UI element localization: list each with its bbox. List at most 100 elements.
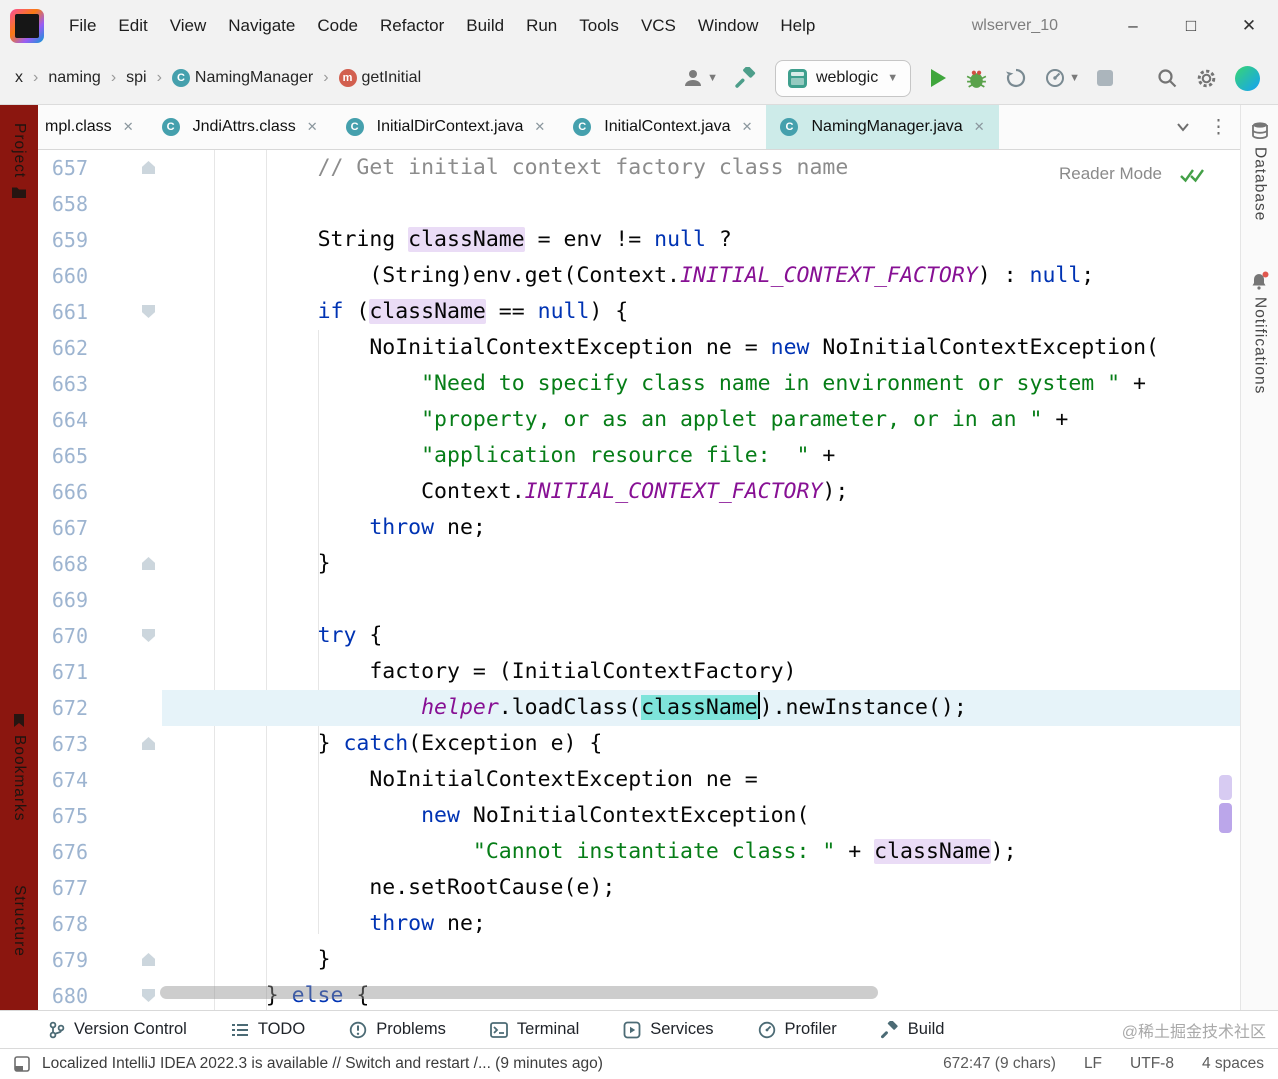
tab-mpl-class[interactable]: mpl.class ✕	[38, 105, 148, 149]
scrollbar-occurrence-mark[interactable]	[1219, 775, 1232, 800]
menu-refactor[interactable]: Refactor	[369, 0, 455, 52]
services-icon	[623, 1021, 641, 1038]
tab-initialcontext-java[interactable]: C InitialContext.java ✕	[559, 105, 766, 149]
code-line-659[interactable]: String className = env != null ?	[162, 222, 1240, 258]
more-options-icon[interactable]: ⋮	[1209, 116, 1228, 139]
fold-marker-icon[interactable]	[142, 305, 155, 318]
close-button[interactable]: ✕	[1220, 0, 1278, 52]
inspections-ok-icon[interactable]	[1179, 166, 1206, 185]
code-line-660[interactable]: (String)env.get(Context.INITIAL_CONTEXT_…	[162, 258, 1240, 294]
tool-button-notifications[interactable]: Notifications	[1241, 271, 1278, 394]
fold-marker-icon[interactable]	[142, 989, 155, 1002]
close-icon[interactable]: ✕	[123, 119, 134, 135]
tab-namingmanager-java[interactable]: C NamingManager.java ✕	[766, 105, 999, 149]
debug-button[interactable]	[965, 67, 988, 90]
code-line-676[interactable]: "Cannot instantiate class: " + className…	[162, 834, 1240, 870]
run-button[interactable]	[928, 67, 948, 89]
tool-window-layout-icon[interactable]	[14, 1056, 30, 1072]
minimize-button[interactable]: –	[1104, 0, 1162, 52]
tool-button-todo[interactable]: TODO	[231, 1020, 305, 1039]
fold-marker-icon[interactable]	[142, 953, 155, 966]
code-line-667[interactable]: throw ne;	[162, 510, 1240, 546]
breadcrumb-item-spi[interactable]: spi	[123, 67, 149, 89]
caret-position-widget[interactable]: 672:47 (9 chars)	[943, 1055, 1056, 1073]
tool-button-version-control[interactable]: Version Control	[48, 1020, 187, 1039]
code-line-670[interactable]: try {	[162, 618, 1240, 654]
code-line-669[interactable]	[162, 582, 1240, 618]
code-line-662[interactable]: NoInitialContextException ne = new NoIni…	[162, 330, 1240, 366]
tool-button-problems[interactable]: Problems	[349, 1020, 446, 1039]
tool-button-profiler[interactable]: Profiler	[758, 1020, 837, 1039]
reader-mode-label[interactable]: Reader Mode	[1059, 164, 1162, 184]
menu-view[interactable]: View	[159, 0, 218, 52]
code-with-me-users-button[interactable]: ▼	[682, 67, 718, 89]
menu-edit[interactable]: Edit	[107, 0, 158, 52]
menu-code[interactable]: Code	[306, 0, 369, 52]
code-line-672[interactable]: helper.loadClass(className).newInstance(…	[162, 690, 1240, 726]
code-area[interactable]: // Get initial context factory class nam…	[162, 150, 1240, 1010]
code-line-658[interactable]	[162, 186, 1240, 222]
code-line-661[interactable]: if (className == null) {	[162, 294, 1240, 330]
menu-tools[interactable]: Tools	[568, 0, 630, 52]
tool-button-structure[interactable]: Structure	[0, 885, 38, 957]
fold-marker-icon[interactable]	[142, 629, 155, 642]
scrollbar-occurrence-mark[interactable]	[1219, 803, 1232, 833]
tab-jndiattrs-class[interactable]: C JndiAttrs.class ✕	[148, 105, 332, 149]
chevron-down-icon[interactable]	[1175, 119, 1191, 135]
status-widgets: 672:47 (9 chars) LF UTF-8 4 spaces	[943, 1055, 1264, 1073]
code-line-663[interactable]: "Need to specify class name in environme…	[162, 366, 1240, 402]
close-icon[interactable]: ✕	[307, 119, 318, 135]
editor[interactable]: 657 658 659 660 661 662 663 664 665 666 667 668 669 6…	[38, 150, 1240, 1010]
breadcrumb-item-method[interactable]: m getInitial	[336, 67, 425, 89]
code-line-675[interactable]: new NoInitialContextException(	[162, 798, 1240, 834]
code-line-664[interactable]: "property, or as an applet parameter, or…	[162, 402, 1240, 438]
tool-button-project[interactable]: Project	[0, 123, 38, 199]
status-message[interactable]: Localized IntelliJ IDEA 2022.3 is availa…	[42, 1055, 603, 1073]
menu-navigate[interactable]: Navigate	[217, 0, 306, 52]
menu-build[interactable]: Build	[455, 0, 515, 52]
fold-marker-icon[interactable]	[142, 557, 155, 570]
indent-widget[interactable]: 4 spaces	[1202, 1055, 1264, 1073]
ide-features-trainer-button[interactable]	[1235, 65, 1260, 91]
breadcrumb-item-naming[interactable]: naming	[45, 67, 103, 89]
menu-help[interactable]: Help	[769, 0, 826, 52]
menu-window[interactable]: Window	[687, 0, 769, 52]
code-line-674[interactable]: NoInitialContextException ne =	[162, 762, 1240, 798]
tab-initialdircontext-java[interactable]: C InitialDirContext.java ✕	[332, 105, 560, 149]
code-line-678[interactable]: throw ne;	[162, 906, 1240, 942]
settings-button[interactable]	[1195, 67, 1218, 90]
tool-button-database[interactable]: Database	[1241, 121, 1278, 221]
line-separator-widget[interactable]: LF	[1084, 1055, 1102, 1073]
menu-file[interactable]: File	[58, 0, 107, 52]
code-line-668[interactable]: }	[162, 546, 1240, 582]
menu-vcs[interactable]: VCS	[630, 0, 687, 52]
fold-marker-icon[interactable]	[142, 737, 155, 750]
code-line-673[interactable]: } catch(Exception e) {	[162, 726, 1240, 762]
horizontal-scrollbar[interactable]	[160, 986, 878, 999]
menu-run[interactable]: Run	[515, 0, 568, 52]
tool-button-bookmarks[interactable]: Bookmarks	[0, 713, 38, 822]
code-line-679[interactable]: }	[162, 942, 1240, 978]
close-icon[interactable]: ✕	[974, 119, 985, 135]
fold-marker-icon[interactable]	[142, 161, 155, 174]
breadcrumb-item-class[interactable]: C NamingManager	[169, 67, 316, 89]
code-line-671[interactable]: factory = (InitialContextFactory)	[162, 654, 1240, 690]
stop-button[interactable]	[1097, 70, 1113, 86]
search-everywhere-button[interactable]	[1156, 67, 1178, 89]
code-line-666[interactable]: Context.INITIAL_CONTEXT_FACTORY);	[162, 474, 1240, 510]
tool-button-services[interactable]: Services	[623, 1020, 714, 1039]
run-configuration-select[interactable]: weblogic ▼	[774, 59, 912, 97]
code-line-665[interactable]: "application resource file: " +	[162, 438, 1240, 474]
code-token: +	[1042, 407, 1069, 432]
maximize-button[interactable]: □	[1162, 0, 1220, 52]
close-icon[interactable]: ✕	[742, 119, 753, 135]
run-with-coverage-button[interactable]	[1005, 67, 1027, 89]
breadcrumb-item-package[interactable]: x	[12, 67, 26, 89]
tool-button-terminal[interactable]: Terminal	[489, 1020, 579, 1039]
code-line-677[interactable]: ne.setRootCause(e);	[162, 870, 1240, 906]
tool-button-build[interactable]: Build	[880, 1020, 945, 1039]
encoding-widget[interactable]: UTF-8	[1130, 1055, 1174, 1073]
profiler-button[interactable]: ▼	[1044, 67, 1080, 89]
build-project-button[interactable]	[735, 66, 758, 90]
close-icon[interactable]: ✕	[534, 119, 545, 135]
